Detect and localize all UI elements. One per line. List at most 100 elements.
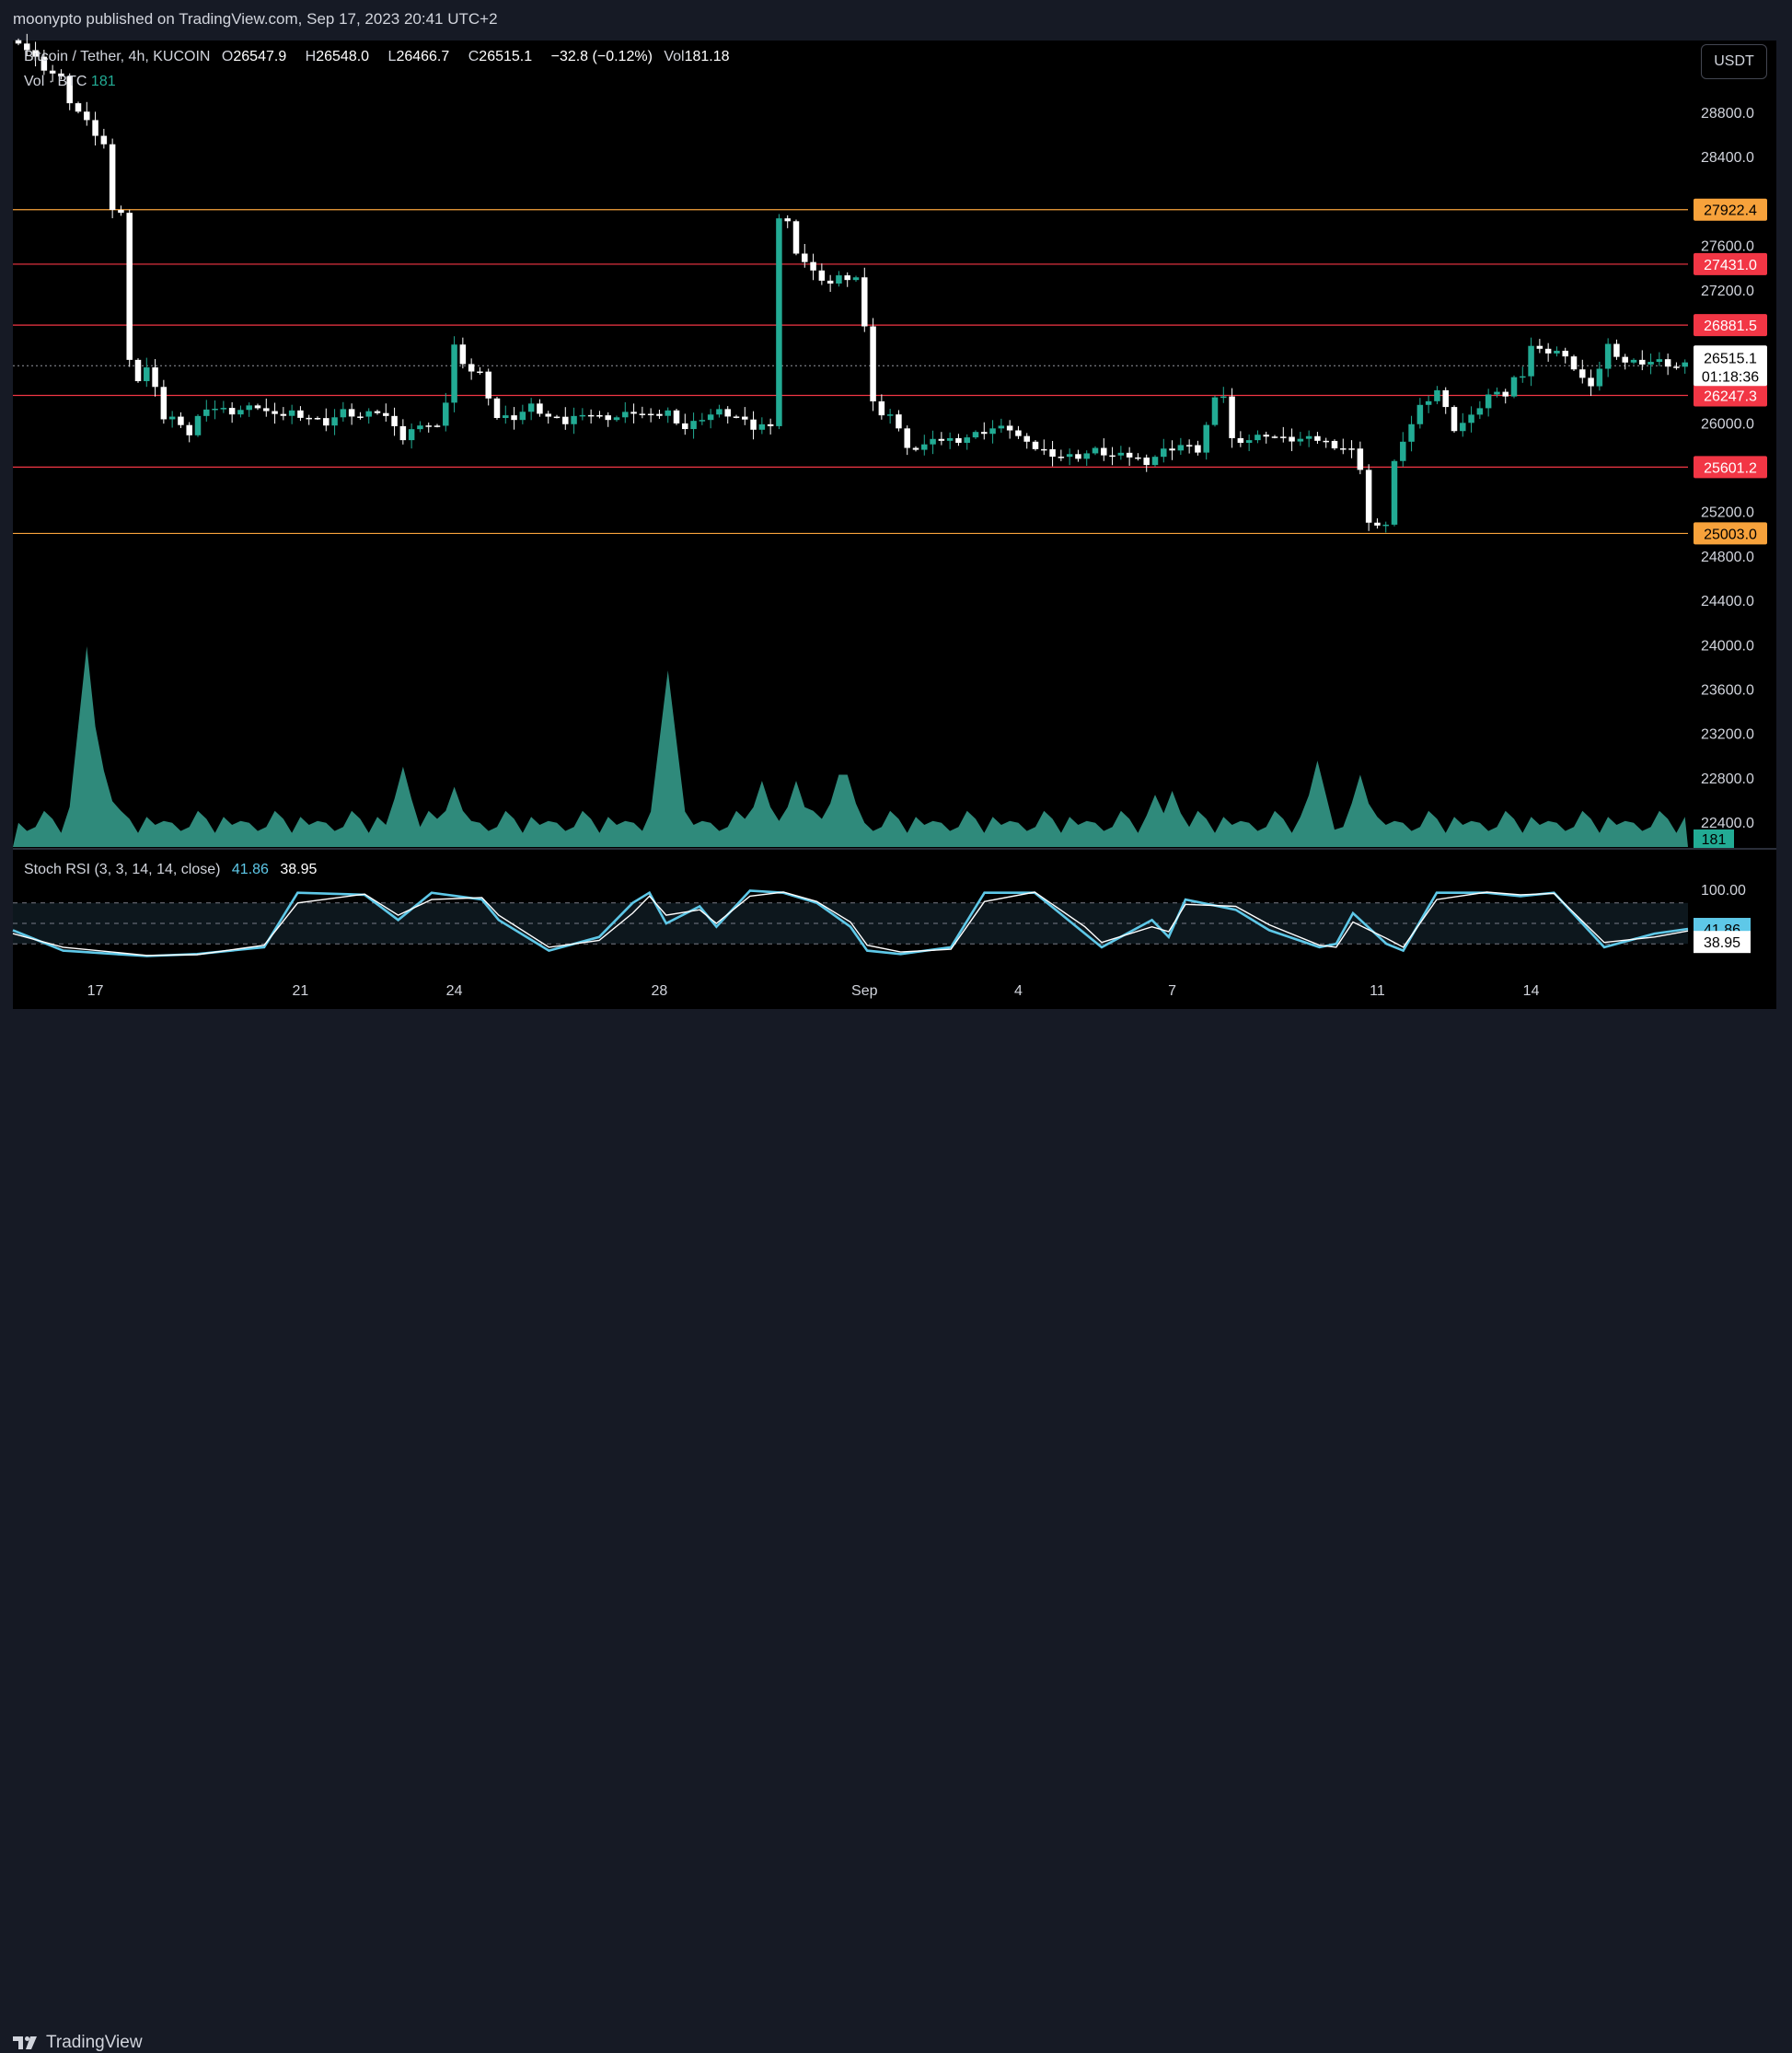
candle-body <box>152 367 158 388</box>
candle-body <box>1476 408 1484 415</box>
currency-button[interactable]: USDT <box>1701 44 1767 79</box>
candle-body <box>92 120 98 136</box>
candle-body <box>1365 470 1372 523</box>
candle-body <box>1323 440 1329 443</box>
candle-body <box>571 415 577 424</box>
close-value: 26515.1 <box>479 49 533 64</box>
candle-body <box>647 413 654 416</box>
bottom-bar: TradingView <box>0 1009 1792 2052</box>
time-tick-8: 14 <box>1523 983 1540 999</box>
candle-body <box>477 371 483 374</box>
candle-body <box>323 418 329 426</box>
vol-value: 181.18 <box>684 49 730 64</box>
time-tick-6: 7 <box>1168 983 1176 999</box>
candle-body <box>1271 436 1278 438</box>
price-tick-1: 28400.0 <box>1701 150 1754 166</box>
horizontal-levels: 27922.4 27431.0 26881.5 26247.3 25601.2 25003… <box>13 198 1767 545</box>
level-tag-text-0: 27922.4 <box>1704 203 1757 219</box>
symbol-name[interactable]: Bitcoin / Tether, 4h, KUCOIN <box>24 49 210 64</box>
candle-body <box>964 437 970 443</box>
candle-body <box>1117 452 1125 456</box>
candle-body <box>212 408 218 411</box>
candle-body <box>844 275 850 281</box>
candle-body <box>613 417 620 421</box>
candle-body <box>357 416 364 418</box>
candle-body <box>1544 348 1552 354</box>
candle-body <box>707 414 714 421</box>
candle-body <box>852 277 860 281</box>
candle-body <box>1177 445 1185 451</box>
candle-body <box>930 438 936 445</box>
stoch-rsi-panel: 41.8638.95100.00 <box>12 883 1751 957</box>
price-tick-5: 25200.0 <box>1701 505 1754 521</box>
candle-body <box>1400 441 1406 461</box>
candle-body <box>1382 524 1389 527</box>
candle-body <box>1536 345 1543 349</box>
candle-body <box>451 344 457 403</box>
candle-body <box>955 437 962 443</box>
candle-body <box>776 218 782 426</box>
candle-body <box>537 403 543 414</box>
level-tag-text-5: 25003.0 <box>1704 527 1757 542</box>
tradingview-brand-text: TradingView <box>46 2033 143 2052</box>
candle-body <box>1314 435 1321 441</box>
candle-body <box>1211 397 1219 425</box>
candle-body <box>1485 394 1492 409</box>
candle-body <box>203 409 210 416</box>
candle-body <box>1203 424 1209 453</box>
time-tick-3: 28 <box>652 983 668 999</box>
candle-body <box>272 411 278 414</box>
candle-body <box>485 371 491 399</box>
volume-legend-label: Vol · BTC <box>24 74 87 89</box>
candle-body <box>767 423 774 426</box>
candle-body <box>562 416 569 424</box>
candle-body <box>15 40 22 44</box>
candle-body <box>1109 455 1116 458</box>
chart-canvas[interactable]: 27922.4 27431.0 26881.5 26247.3 25601.2 25003… <box>0 0 1792 1057</box>
candle-body <box>178 416 184 425</box>
candle-body <box>160 387 168 420</box>
candle-body <box>1630 359 1637 363</box>
price-tick-11: 22800.0 <box>1701 771 1754 787</box>
candle-body <box>118 210 124 214</box>
countdown-text: 01:18:36 <box>1702 369 1759 385</box>
candle-body <box>690 421 697 430</box>
candle-body <box>443 402 449 426</box>
stoch-rsi-legend[interactable]: Stoch RSI (3, 3, 14, 14, close) 41.86 38… <box>24 862 317 878</box>
candle-body <box>802 253 808 262</box>
candle-body <box>1528 345 1534 377</box>
candle-body <box>1185 445 1193 447</box>
candle-body <box>742 416 748 420</box>
candle-body <box>886 414 894 416</box>
candle-body <box>314 418 321 420</box>
candle-body <box>1101 447 1107 456</box>
candle-body <box>1596 368 1603 387</box>
price-tick-12: 22400.0 <box>1701 816 1754 831</box>
candle-body <box>1126 452 1133 458</box>
candle-body <box>365 411 372 417</box>
candle-body <box>1502 391 1509 397</box>
candle-body <box>1391 460 1398 525</box>
candle-body <box>630 412 637 414</box>
candle-body <box>989 428 996 435</box>
candle-body <box>186 424 192 435</box>
stoch-k-value: 41.86 <box>231 862 269 877</box>
candle-body <box>716 409 723 415</box>
price-tick-3: 27200.0 <box>1701 284 1754 299</box>
candle-body <box>810 261 816 271</box>
candle-body <box>912 447 919 450</box>
candle-body <box>699 420 706 422</box>
candle-body <box>246 405 252 411</box>
candle-body <box>878 400 885 416</box>
candle-body <box>1041 448 1047 451</box>
volume-legend[interactable]: Vol · BTC 181 <box>24 74 116 90</box>
candle-body <box>126 213 133 360</box>
candle-body <box>1682 362 1688 367</box>
candle-body <box>896 414 902 429</box>
candle-body <box>784 218 791 222</box>
candle-body <box>503 415 509 419</box>
candle-body <box>605 415 611 421</box>
candle-body <box>1348 448 1355 450</box>
tradingview-brand[interactable]: TradingView <box>13 2033 143 2053</box>
candle-body <box>1357 448 1364 470</box>
